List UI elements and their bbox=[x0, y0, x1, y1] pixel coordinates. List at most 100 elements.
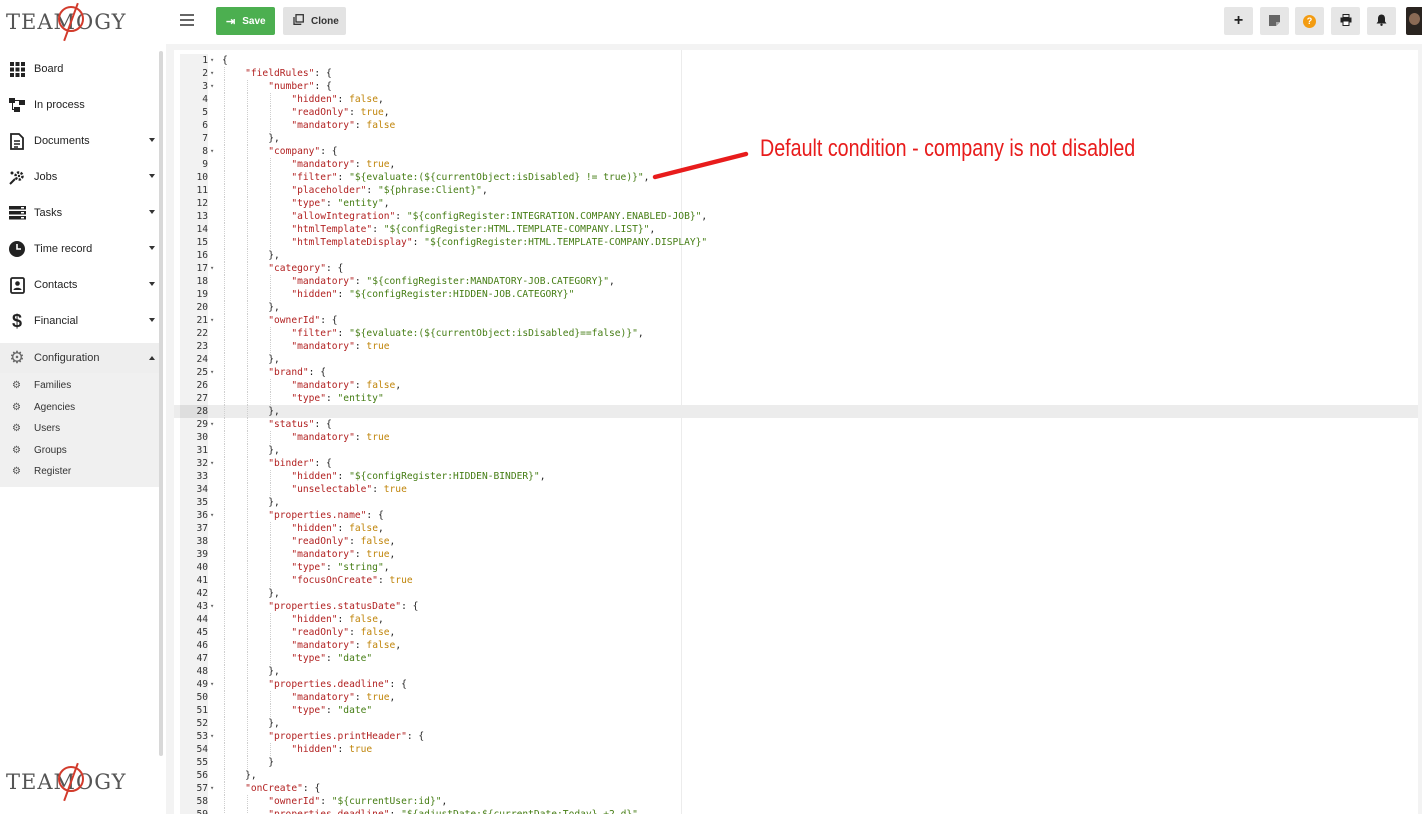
notifications-button[interactable] bbox=[1367, 7, 1396, 35]
fold-arrow-icon[interactable]: ▾ bbox=[210, 730, 218, 743]
code-line[interactable]: 42 }, bbox=[174, 587, 1418, 600]
code-line[interactable]: 18 "mandatory": "${configRegister:MANDAT… bbox=[174, 275, 1418, 288]
code-line[interactable]: 11 "placeholder": "${phrase:Client}", bbox=[174, 184, 1418, 197]
code-line[interactable]: 43 ▾ "properties.statusDate": { bbox=[174, 600, 1418, 613]
code-line[interactable]: 3 ▾ "number": { bbox=[174, 80, 1418, 93]
code-line[interactable]: 15 "htmlTemplateDisplay": "${configRegis… bbox=[174, 236, 1418, 249]
code-line[interactable]: 45 "readOnly": false, bbox=[174, 626, 1418, 639]
code-line[interactable]: 34 "unselectable": true bbox=[174, 483, 1418, 496]
code-line[interactable]: 56 }, bbox=[174, 769, 1418, 782]
code-line[interactable]: 25 ▾ "brand": { bbox=[174, 366, 1418, 379]
code-line[interactable]: 30 "mandatory": true bbox=[174, 431, 1418, 444]
sidebar-scrollbar[interactable] bbox=[159, 51, 163, 756]
code-line[interactable]: 29 ▾ "status": { bbox=[174, 418, 1418, 431]
code-line[interactable]: 52 }, bbox=[174, 717, 1418, 730]
code-line[interactable]: 1 ▾ { bbox=[174, 54, 1418, 67]
sidebar-item-in-process[interactable]: In process bbox=[0, 87, 160, 123]
code-line[interactable]: 38 "readOnly": false, bbox=[174, 535, 1418, 548]
sidebar-item-board[interactable]: Board bbox=[0, 51, 160, 87]
sidebar-item-time-record[interactable]: Time record bbox=[0, 231, 160, 267]
code-line[interactable]: 20 }, bbox=[174, 301, 1418, 314]
code-line[interactable]: 4 "hidden": false, bbox=[174, 93, 1418, 106]
fold-arrow-icon[interactable]: ▾ bbox=[210, 418, 218, 431]
sidebar-item-financial[interactable]: $ Financial bbox=[0, 303, 160, 339]
code-line[interactable]: 44 "hidden": false, bbox=[174, 613, 1418, 626]
code-line[interactable]: 14 "htmlTemplate": "${configRegister:HTM… bbox=[174, 223, 1418, 236]
sidebar-subitem-groups[interactable]: ⚙ Groups bbox=[0, 440, 160, 462]
code-line[interactable]: 36 ▾ "properties.name": { bbox=[174, 509, 1418, 522]
sidebar-item-configuration[interactable]: ⚙ Configuration bbox=[0, 343, 160, 373]
fold-arrow-icon[interactable]: ▾ bbox=[210, 262, 218, 275]
code-line[interactable]: 12 "type": "entity", bbox=[174, 197, 1418, 210]
print-button[interactable] bbox=[1331, 7, 1360, 35]
fold-arrow-icon[interactable]: ▾ bbox=[210, 314, 218, 327]
clone-button[interactable]: Clone bbox=[283, 7, 346, 35]
code-line[interactable]: 26 "mandatory": false, bbox=[174, 379, 1418, 392]
code-line[interactable]: 22 "filter": "${evaluate:(${currentObjec… bbox=[174, 327, 1418, 340]
code-line[interactable]: 48 }, bbox=[174, 665, 1418, 678]
sidebar-item-tasks[interactable]: Tasks bbox=[0, 195, 160, 231]
fold-arrow-icon[interactable]: ▾ bbox=[210, 509, 218, 522]
sidebar-subitem-users[interactable]: ⚙ Users bbox=[0, 418, 160, 440]
fold-arrow-icon[interactable]: ▾ bbox=[210, 600, 218, 613]
code-line[interactable]: 6 "mandatory": false bbox=[174, 119, 1418, 132]
code-line[interactable]: 2 ▾ "fieldRules": { bbox=[174, 67, 1418, 80]
code-line[interactable]: 51 "type": "date" bbox=[174, 704, 1418, 717]
code-line[interactable]: 5 "readOnly": true, bbox=[174, 106, 1418, 119]
add-button[interactable]: + bbox=[1224, 7, 1253, 35]
sidebar-item-contacts[interactable]: Contacts bbox=[0, 267, 160, 303]
fold-arrow-icon[interactable]: ▾ bbox=[210, 457, 218, 470]
code-line[interactable]: 41 "focusOnCreate": true bbox=[174, 574, 1418, 587]
code-line[interactable]: 53 ▾ "properties.printHeader": { bbox=[174, 730, 1418, 743]
code-line[interactable]: 13 "allowIntegration": "${configRegister… bbox=[174, 210, 1418, 223]
fold-arrow-icon[interactable]: ▾ bbox=[210, 67, 218, 80]
sidebar-subitem-register[interactable]: ⚙ Register bbox=[0, 461, 160, 483]
notes-button[interactable] bbox=[1260, 7, 1289, 35]
code-line[interactable]: 58 "ownerId": "${currentUser:id}", bbox=[174, 795, 1418, 808]
code-line[interactable]: 23 "mandatory": true bbox=[174, 340, 1418, 353]
code-line[interactable]: 37 "hidden": false, bbox=[174, 522, 1418, 535]
help-button[interactable]: ? bbox=[1295, 7, 1324, 35]
line-number: 7 bbox=[180, 132, 208, 145]
code-line[interactable]: 40 "type": "string", bbox=[174, 561, 1418, 574]
code-line[interactable]: 47 "type": "date" bbox=[174, 652, 1418, 665]
code-line[interactable]: 10 "filter": "${evaluate:(${currentObjec… bbox=[174, 171, 1418, 184]
code-line[interactable]: 21 ▾ "ownerId": { bbox=[174, 314, 1418, 327]
sidebar-item-documents[interactable]: Documents bbox=[0, 123, 160, 159]
code-line[interactable]: 35 }, bbox=[174, 496, 1418, 509]
sidebar-subitem-families[interactable]: ⚙ Families bbox=[0, 375, 160, 397]
logo[interactable]: TEAMOGY bbox=[6, 2, 126, 42]
fold-arrow-icon[interactable]: ▾ bbox=[210, 678, 218, 691]
code-line[interactable]: 46 "mandatory": false, bbox=[174, 639, 1418, 652]
code-line[interactable]: 55 } bbox=[174, 756, 1418, 769]
code-line[interactable]: 59 "properties.deadline": "${adjustDate:… bbox=[174, 808, 1418, 814]
code-line[interactable]: 32 ▾ "binder": { bbox=[174, 457, 1418, 470]
code-line[interactable]: 28 }, bbox=[174, 405, 1418, 418]
line-number: 45 bbox=[180, 626, 208, 639]
code-line[interactable]: 49 ▾ "properties.deadline": { bbox=[174, 678, 1418, 691]
code-text: }, bbox=[268, 588, 280, 599]
fold-arrow-icon[interactable]: ▾ bbox=[210, 782, 218, 795]
code-line[interactable]: 39 "mandatory": true, bbox=[174, 548, 1418, 561]
code-line[interactable]: 57 ▾ "onCreate": { bbox=[174, 782, 1418, 795]
fold-arrow-icon[interactable]: ▾ bbox=[210, 80, 218, 93]
json-code-editor[interactable]: 1 ▾{2 ▾ "fieldRules": {3 ▾ "number": {4 "hi… bbox=[174, 50, 1418, 814]
sidebar-subitem-agencies[interactable]: ⚙ Agencies bbox=[0, 397, 160, 419]
sidebar-item-jobs[interactable]: Jobs bbox=[0, 159, 160, 195]
user-avatar[interactable] bbox=[1406, 7, 1422, 35]
code-line[interactable]: 50 "mandatory": true, bbox=[174, 691, 1418, 704]
code-line[interactable]: 27 "type": "entity" bbox=[174, 392, 1418, 405]
code-line[interactable]: 33 "hidden": "${configRegister:HIDDEN-BI… bbox=[174, 470, 1418, 483]
fold-arrow-icon[interactable]: ▾ bbox=[210, 54, 218, 67]
code-line[interactable]: 16 }, bbox=[174, 249, 1418, 262]
code-text: "mandatory": true bbox=[291, 341, 390, 352]
code-line[interactable]: 31 }, bbox=[174, 444, 1418, 457]
code-line[interactable]: 24 }, bbox=[174, 353, 1418, 366]
code-line[interactable]: 54 "hidden": true bbox=[174, 743, 1418, 756]
save-button[interactable]: ⇥ Save bbox=[216, 7, 275, 35]
code-line[interactable]: 17 ▾ "category": { bbox=[174, 262, 1418, 275]
fold-arrow-icon[interactable]: ▾ bbox=[210, 366, 218, 379]
fold-arrow-icon[interactable]: ▾ bbox=[210, 145, 218, 158]
code-line[interactable]: 19 "hidden": "${configRegister:HIDDEN-JO… bbox=[174, 288, 1418, 301]
menu-toggle-icon[interactable] bbox=[180, 14, 194, 26]
